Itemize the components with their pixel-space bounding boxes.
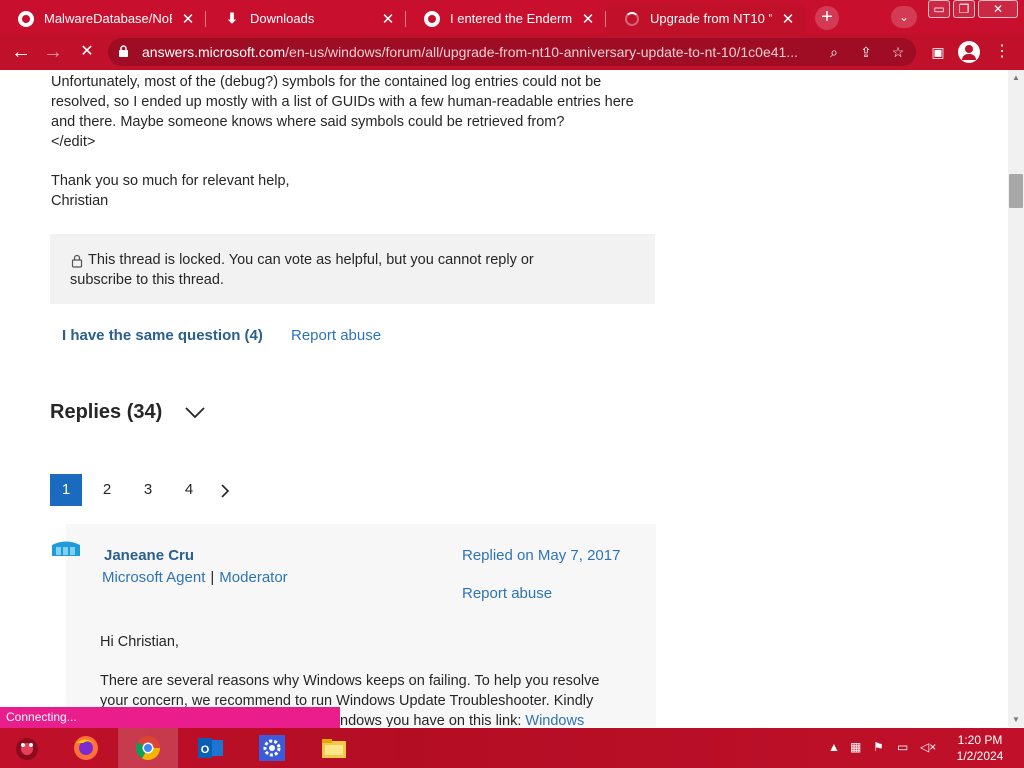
network-icon[interactable]: ▦ (850, 740, 861, 754)
page-1-button[interactable]: 1 (50, 474, 82, 506)
new-tab-button[interactable]: + (815, 6, 839, 30)
role-separator: | (210, 569, 215, 586)
back-button[interactable]: ← (8, 40, 34, 64)
url-text[interactable]: answers.microsoft.com/en-us/windows/foru… (142, 44, 832, 60)
tab-title: I entered the Enderman's (450, 11, 572, 26)
chrome-icon[interactable] (118, 728, 178, 768)
browser-toolbar: ← → ✕ answers.microsoft.com/en-us/window… (0, 34, 1024, 70)
reply-greeting: Hi Christian, (100, 634, 179, 650)
address-bar[interactable]: answers.microsoft.com/en-us/windows/foru… (108, 38, 916, 66)
search-icon[interactable]: ⌕ (824, 43, 844, 61)
post-body-line: resolved, so I ended up mostly with a li… (51, 94, 634, 110)
share-icon[interactable]: ⇪ (856, 43, 876, 61)
post-body-line: and there. Maybe someone knows where sai… (51, 114, 565, 130)
chevron-up-icon[interactable]: ▲ (828, 740, 840, 754)
scroll-down-arrow-icon[interactable]: ▼ (1012, 715, 1020, 724)
page-3-button[interactable]: 3 (132, 474, 164, 506)
bookmark-star-icon[interactable]: ☆ (888, 43, 908, 61)
role-moderator-link[interactable]: Moderator (219, 569, 287, 586)
loading-status-bubble: Connecting... (0, 707, 340, 728)
windows-taskbar: O ▲ ▦ ⚑ ▭ ◁× 1:20 PM 1/2/2024 (0, 728, 1024, 768)
file-explorer-icon[interactable] (304, 728, 364, 768)
settings-icon[interactable] (242, 728, 302, 768)
reply-body-line: ndows you have on this link: Windows (340, 711, 584, 727)
close-tab-icon[interactable]: ✕ (580, 10, 596, 28)
clock-date: 1/2/2024 (956, 749, 1004, 763)
lock-icon (71, 254, 83, 268)
close-tab-icon[interactable]: ✕ (180, 10, 196, 28)
reply-author-link[interactable]: Janeane Cru (104, 547, 194, 564)
post-body-line: Thank you so much for relevant help, (51, 173, 290, 189)
url-host: answers.microsoft.com (142, 44, 286, 60)
locked-thread-notice: This thread is locked. You can vote as h… (50, 234, 655, 304)
outlook-icon[interactable]: O (180, 728, 240, 768)
page-2-button[interactable]: 2 (91, 474, 123, 506)
tab-title: Downloads (250, 11, 315, 26)
tab-search-button[interactable]: ⌄ (891, 6, 917, 28)
reply-body-text: ndows you have on this link: (340, 713, 526, 727)
next-page-chevron-icon[interactable] (214, 474, 238, 506)
locked-notice-text: This thread is locked. You can vote as h… (88, 252, 534, 268)
tab-upgrade-nt10[interactable]: Upgrade from NT10 "Anniversary ✕ (606, 3, 806, 34)
page-4-button[interactable]: 4 (173, 474, 205, 506)
tab-malwaredatabase[interactable]: MalwareDatabase/NoEscape ✕ (0, 3, 206, 34)
url-path: /en-us/windows/forum/all/upgrade-from-nt… (285, 44, 798, 60)
volume-icon[interactable]: ◁× (920, 740, 936, 754)
chevron-down-icon[interactable] (184, 404, 206, 420)
reply-report-abuse-link[interactable]: Report abuse (462, 585, 552, 602)
reply-date-link[interactable]: Replied on May 7, 2017 (462, 547, 620, 564)
start-icon[interactable] (0, 728, 54, 768)
locked-notice-text: subscribe to this thread. (70, 272, 224, 288)
restore-button[interactable]: ❐ (953, 0, 975, 18)
forward-button[interactable]: → (40, 40, 66, 64)
same-question-button[interactable]: I have the same question (4) (62, 327, 263, 344)
github-icon (18, 10, 34, 27)
flag-icon[interactable]: ⚑ (873, 740, 884, 754)
post-body-line: </edit> (51, 134, 96, 150)
replies-heading: Replies (34) (50, 401, 163, 423)
page-viewport: Unfortunately, most of the (debug?) symb… (0, 70, 1024, 727)
taskbar-clock[interactable]: 1:20 PM 1/2/2024 (948, 732, 1012, 764)
post-body-line: Unfortunately, most of the (debug?) symb… (51, 74, 602, 90)
battery-icon[interactable]: ▭ (897, 740, 908, 754)
profile-avatar[interactable] (958, 41, 980, 63)
firefox-icon[interactable] (56, 728, 116, 768)
lock-icon[interactable] (118, 45, 129, 57)
windows-link[interactable]: Windows (525, 713, 584, 727)
report-abuse-link[interactable]: Report abuse (291, 327, 381, 344)
scroll-up-arrow-icon[interactable]: ▲ (1012, 73, 1020, 82)
stop-loading-button[interactable]: ✕ (74, 40, 100, 64)
side-panel-button[interactable]: ▣ (928, 42, 948, 62)
minimize-button[interactable]: ▭ (928, 0, 950, 18)
browser-menu-button[interactable]: ⋮ (992, 42, 1012, 62)
thread-content: Unfortunately, most of the (debug?) symb… (0, 70, 1008, 727)
tab-strip: MalwareDatabase/NoEscape ✕ ⬇ Downloads ✕… (0, 0, 1024, 34)
scrollbar-thumb[interactable] (1009, 174, 1023, 208)
tab-downloads[interactable]: ⬇ Downloads ✕ (206, 3, 406, 34)
github-icon (424, 10, 440, 27)
close-tab-icon[interactable]: ✕ (780, 10, 796, 28)
vertical-scrollbar[interactable]: ▲ ▼ (1008, 70, 1024, 727)
microsoft-agent-badge-icon (52, 541, 80, 556)
pagination: 1 2 3 4 (50, 474, 238, 506)
svg-text:O: O (201, 744, 210, 756)
clock-time: 1:20 PM (957, 733, 1003, 747)
tab-title: MalwareDatabase/NoEscape (44, 11, 172, 26)
role-agent-link[interactable]: Microsoft Agent (102, 569, 205, 586)
tab-title: Upgrade from NT10 "Anniversary (650, 11, 772, 26)
loading-spinner-icon (624, 11, 640, 27)
tab-enderman[interactable]: I entered the Enderman's ✕ (406, 3, 606, 34)
download-icon: ⬇ (226, 10, 238, 26)
reply-body-line: There are several reasons why Windows ke… (100, 673, 600, 689)
close-window-button[interactable]: ✕ (978, 0, 1018, 18)
post-signature: Christian (51, 193, 109, 209)
reply-author-role: Microsoft Agent | Moderator (102, 569, 288, 586)
close-tab-icon[interactable]: ✕ (380, 10, 396, 28)
